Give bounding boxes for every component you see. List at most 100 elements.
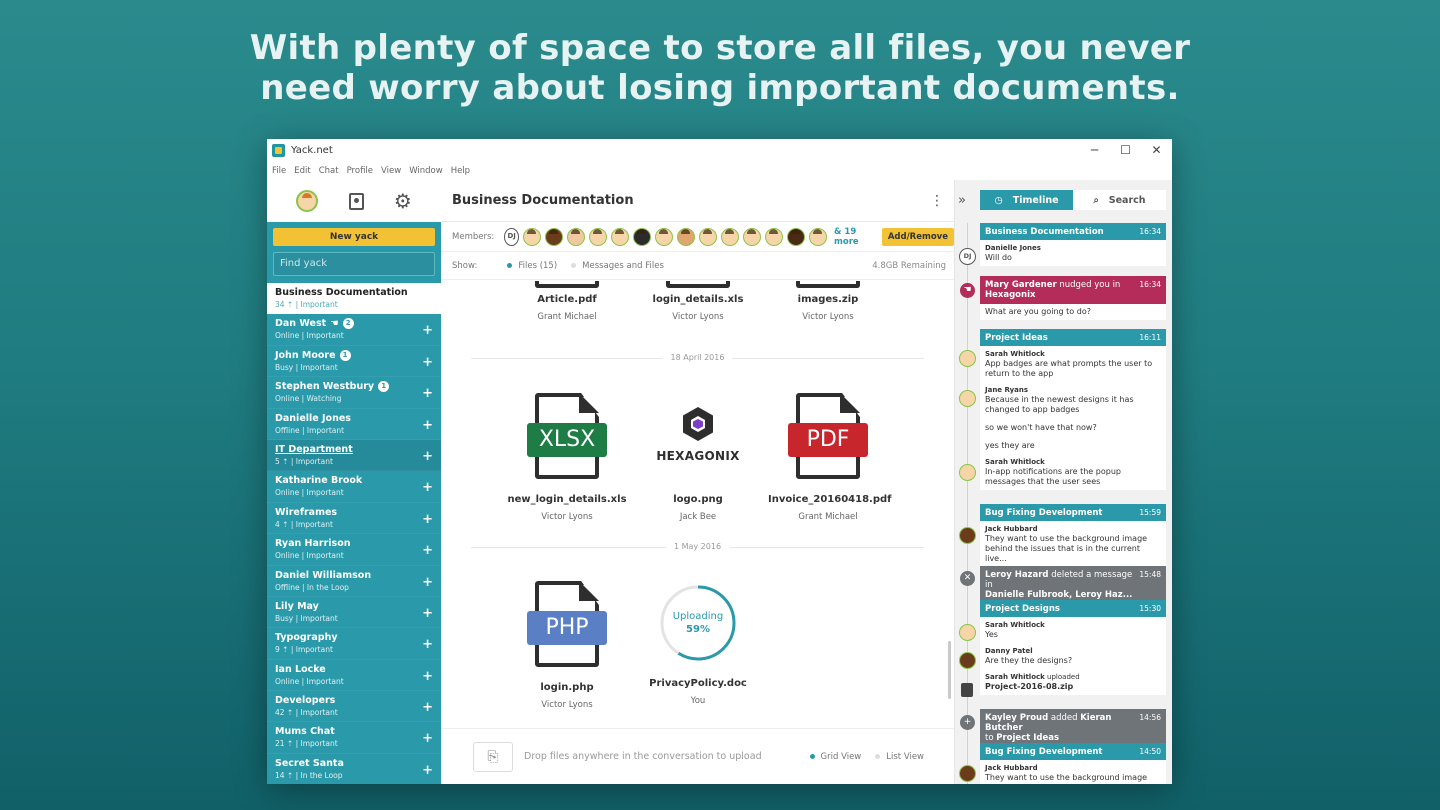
add-to-chat-icon[interactable]: + (422, 606, 433, 621)
chat-item[interactable]: Mums Chat 21 ⇡ | Important + (267, 722, 441, 754)
timeline-card[interactable]: Project Designs 15:30 Sarah Whitlock Yes D… (980, 600, 1166, 695)
member-avatar[interactable] (523, 227, 542, 246)
chat-status: Online | Watching (275, 394, 342, 404)
member-avatar[interactable] (545, 227, 564, 246)
files-scrollbar[interactable] (948, 641, 951, 699)
find-yack-input[interactable]: Find yack (273, 252, 435, 276)
chat-item[interactable]: Daniel Williamson Offline | In the Loop + (267, 566, 441, 597)
chat-status: Busy | Important (275, 362, 338, 372)
menu-chat[interactable]: Chat (319, 166, 339, 176)
chat-item[interactable]: Secret Santa 14 ⇡ | In the Loop + (267, 754, 441, 784)
add-to-chat-icon[interactable]: + (422, 386, 433, 401)
timeline-card[interactable]: Project Ideas 16:11 Sarah Whitlock App bad… (980, 329, 1166, 490)
file-name: logo.png (673, 494, 723, 505)
add-remove-button[interactable]: Add/Remove (881, 227, 954, 246)
filter-messages-files-option[interactable]: Messages and Files (571, 261, 664, 271)
member-avatar[interactable] (809, 227, 828, 246)
chat-item[interactable]: Business Documentation 34 ⇡ | Important (267, 283, 441, 315)
title-bar: Yack.net ─ ☐ ✕ (267, 139, 1172, 161)
menu-edit[interactable]: Edit (294, 166, 310, 176)
new-yack-button[interactable]: New yack (273, 228, 435, 246)
member-avatar[interactable] (633, 227, 652, 246)
chat-name: Lily May (275, 600, 319, 612)
timeline-card[interactable]: Bug Fixing Development 14:50 Jack Hubbard… (980, 743, 1166, 784)
chat-item[interactable]: Ian Locke Online | Important + (267, 660, 441, 692)
chat-item[interactable]: Wireframes 4 ⇡ | Important + (267, 503, 441, 535)
add-to-chat-icon[interactable]: + (422, 480, 433, 495)
timeline-card[interactable]: Business Documentation 16:34 Danielle Jon… (980, 223, 1166, 266)
member-avatar[interactable] (787, 227, 806, 246)
chat-item[interactable]: John Moore 1 Busy | Important + (267, 346, 441, 378)
menu-profile[interactable]: Profile (347, 166, 373, 176)
member-avatar[interactable] (677, 227, 696, 246)
file-card[interactable]: images.zip Victor Lyons (768, 281, 888, 322)
file-card-png[interactable]: HEXAGONIX logo.png Jack Bee (638, 393, 758, 522)
file-card[interactable]: login_details.xls Victor Lyons (638, 281, 758, 322)
chat-item[interactable]: Lily May Busy | Important + (267, 597, 441, 629)
chat-item[interactable]: IT Department 5 ⇡ | Important + (267, 439, 441, 472)
list-view-option[interactable]: List View (875, 752, 924, 762)
minimize-button[interactable]: ─ (1079, 143, 1110, 157)
file-card[interactable]: Article.pdf Grant Michael (507, 281, 627, 322)
timeline-card[interactable]: Kayley Proud added Kieran Butcher to Pro… (980, 709, 1166, 747)
timeline-card[interactable]: Leroy Hazard deleted a message in Daniel… (980, 566, 1166, 604)
more-options-icon[interactable]: ⋮ (930, 194, 944, 208)
menu-window[interactable]: Window (409, 166, 443, 176)
chat-item[interactable]: Katharine Brook Online | Important + (267, 471, 441, 503)
file-card-uploading[interactable]: Uploading 59% PrivacyPolicy.doc You (638, 583, 758, 706)
member-avatar[interactable] (567, 227, 586, 246)
menu-help[interactable]: Help (451, 166, 470, 176)
add-to-chat-icon[interactable]: + (422, 637, 433, 652)
unread-badge: 1 (378, 381, 390, 393)
file-card-pdf[interactable]: PDF Invoice_20160418.pdf Grant Michael (768, 393, 892, 522)
file-card-xlsx[interactable]: XLSX new_login_details.xls Victor Lyons (507, 393, 627, 522)
file-card-php[interactable]: PHP login.php Victor Lyons (507, 581, 627, 710)
add-to-chat-icon[interactable]: + (422, 669, 433, 684)
my-avatar[interactable] (296, 190, 319, 212)
conversation-title: Business Documentation (452, 193, 634, 208)
chat-item[interactable]: Danielle Jones Offline | Important + (267, 409, 441, 440)
member-avatar[interactable] (765, 227, 784, 246)
chat-item[interactable]: Ryan Harrison Online | Important + (267, 534, 441, 566)
attach-paperclip-icon[interactable]: ⎘ (473, 741, 513, 772)
timeline-card[interactable]: Mary Gardener nudged you in Hexagonix 16:… (980, 276, 1166, 320)
add-to-chat-icon[interactable]: + (422, 512, 433, 527)
chat-item[interactable]: Typography 9 ⇡ | Important + (267, 628, 441, 660)
more-members-link[interactable]: & 19 more (834, 227, 874, 247)
add-to-chat-icon[interactable]: + (422, 700, 433, 715)
add-to-chat-icon[interactable]: + (422, 575, 433, 590)
chat-item[interactable]: Stephen Westbury 1 Online | Watching + (267, 377, 441, 409)
add-to-chat-icon[interactable]: + (422, 355, 433, 370)
chat-status: Online | Important (275, 676, 344, 686)
filter-files-option[interactable]: Files (15) (507, 261, 557, 271)
collapse-panel-icon[interactable]: » (958, 193, 966, 208)
timeline-card[interactable]: Bug Fixing Development 15:59 Jack Hubbard… (980, 504, 1166, 567)
add-to-chat-icon[interactable]: + (422, 763, 433, 778)
maximize-button[interactable]: ☐ (1110, 143, 1141, 157)
grid-view-option[interactable]: Grid View (809, 752, 861, 762)
add-to-chat-icon[interactable]: + (422, 418, 433, 433)
member-avatar[interactable]: DJ (504, 227, 520, 246)
clock-icon: ◷ (994, 194, 1003, 206)
member-avatar[interactable] (721, 227, 740, 246)
menu-view[interactable]: View (381, 166, 401, 176)
member-avatar[interactable] (743, 227, 762, 246)
chat-status: 42 ⇡ | Important (275, 708, 338, 718)
add-to-chat-icon[interactable]: + (422, 323, 433, 338)
contacts-icon[interactable] (348, 192, 364, 210)
chat-item[interactable]: Dan West ☚ 2 Online | Important + (267, 314, 441, 346)
menu-file[interactable]: File (272, 166, 286, 176)
member-avatar[interactable] (589, 227, 608, 246)
member-avatar[interactable] (655, 227, 674, 246)
member-avatar[interactable] (611, 227, 630, 246)
close-button[interactable]: ✕ (1141, 143, 1172, 157)
file-name: Invoice_20160418.pdf (768, 494, 892, 505)
gear-icon[interactable]: ⚙ (394, 191, 412, 211)
tab-search[interactable]: ⌕ Search (1073, 190, 1166, 210)
tab-timeline[interactable]: ◷ Timeline (980, 190, 1073, 210)
chat-item[interactable]: Developers 42 ⇡ | Important + (267, 691, 441, 723)
add-to-chat-icon[interactable]: + (422, 449, 433, 464)
add-to-chat-icon[interactable]: + (422, 731, 433, 746)
add-to-chat-icon[interactable]: + (422, 543, 433, 558)
member-avatar[interactable] (699, 227, 718, 246)
